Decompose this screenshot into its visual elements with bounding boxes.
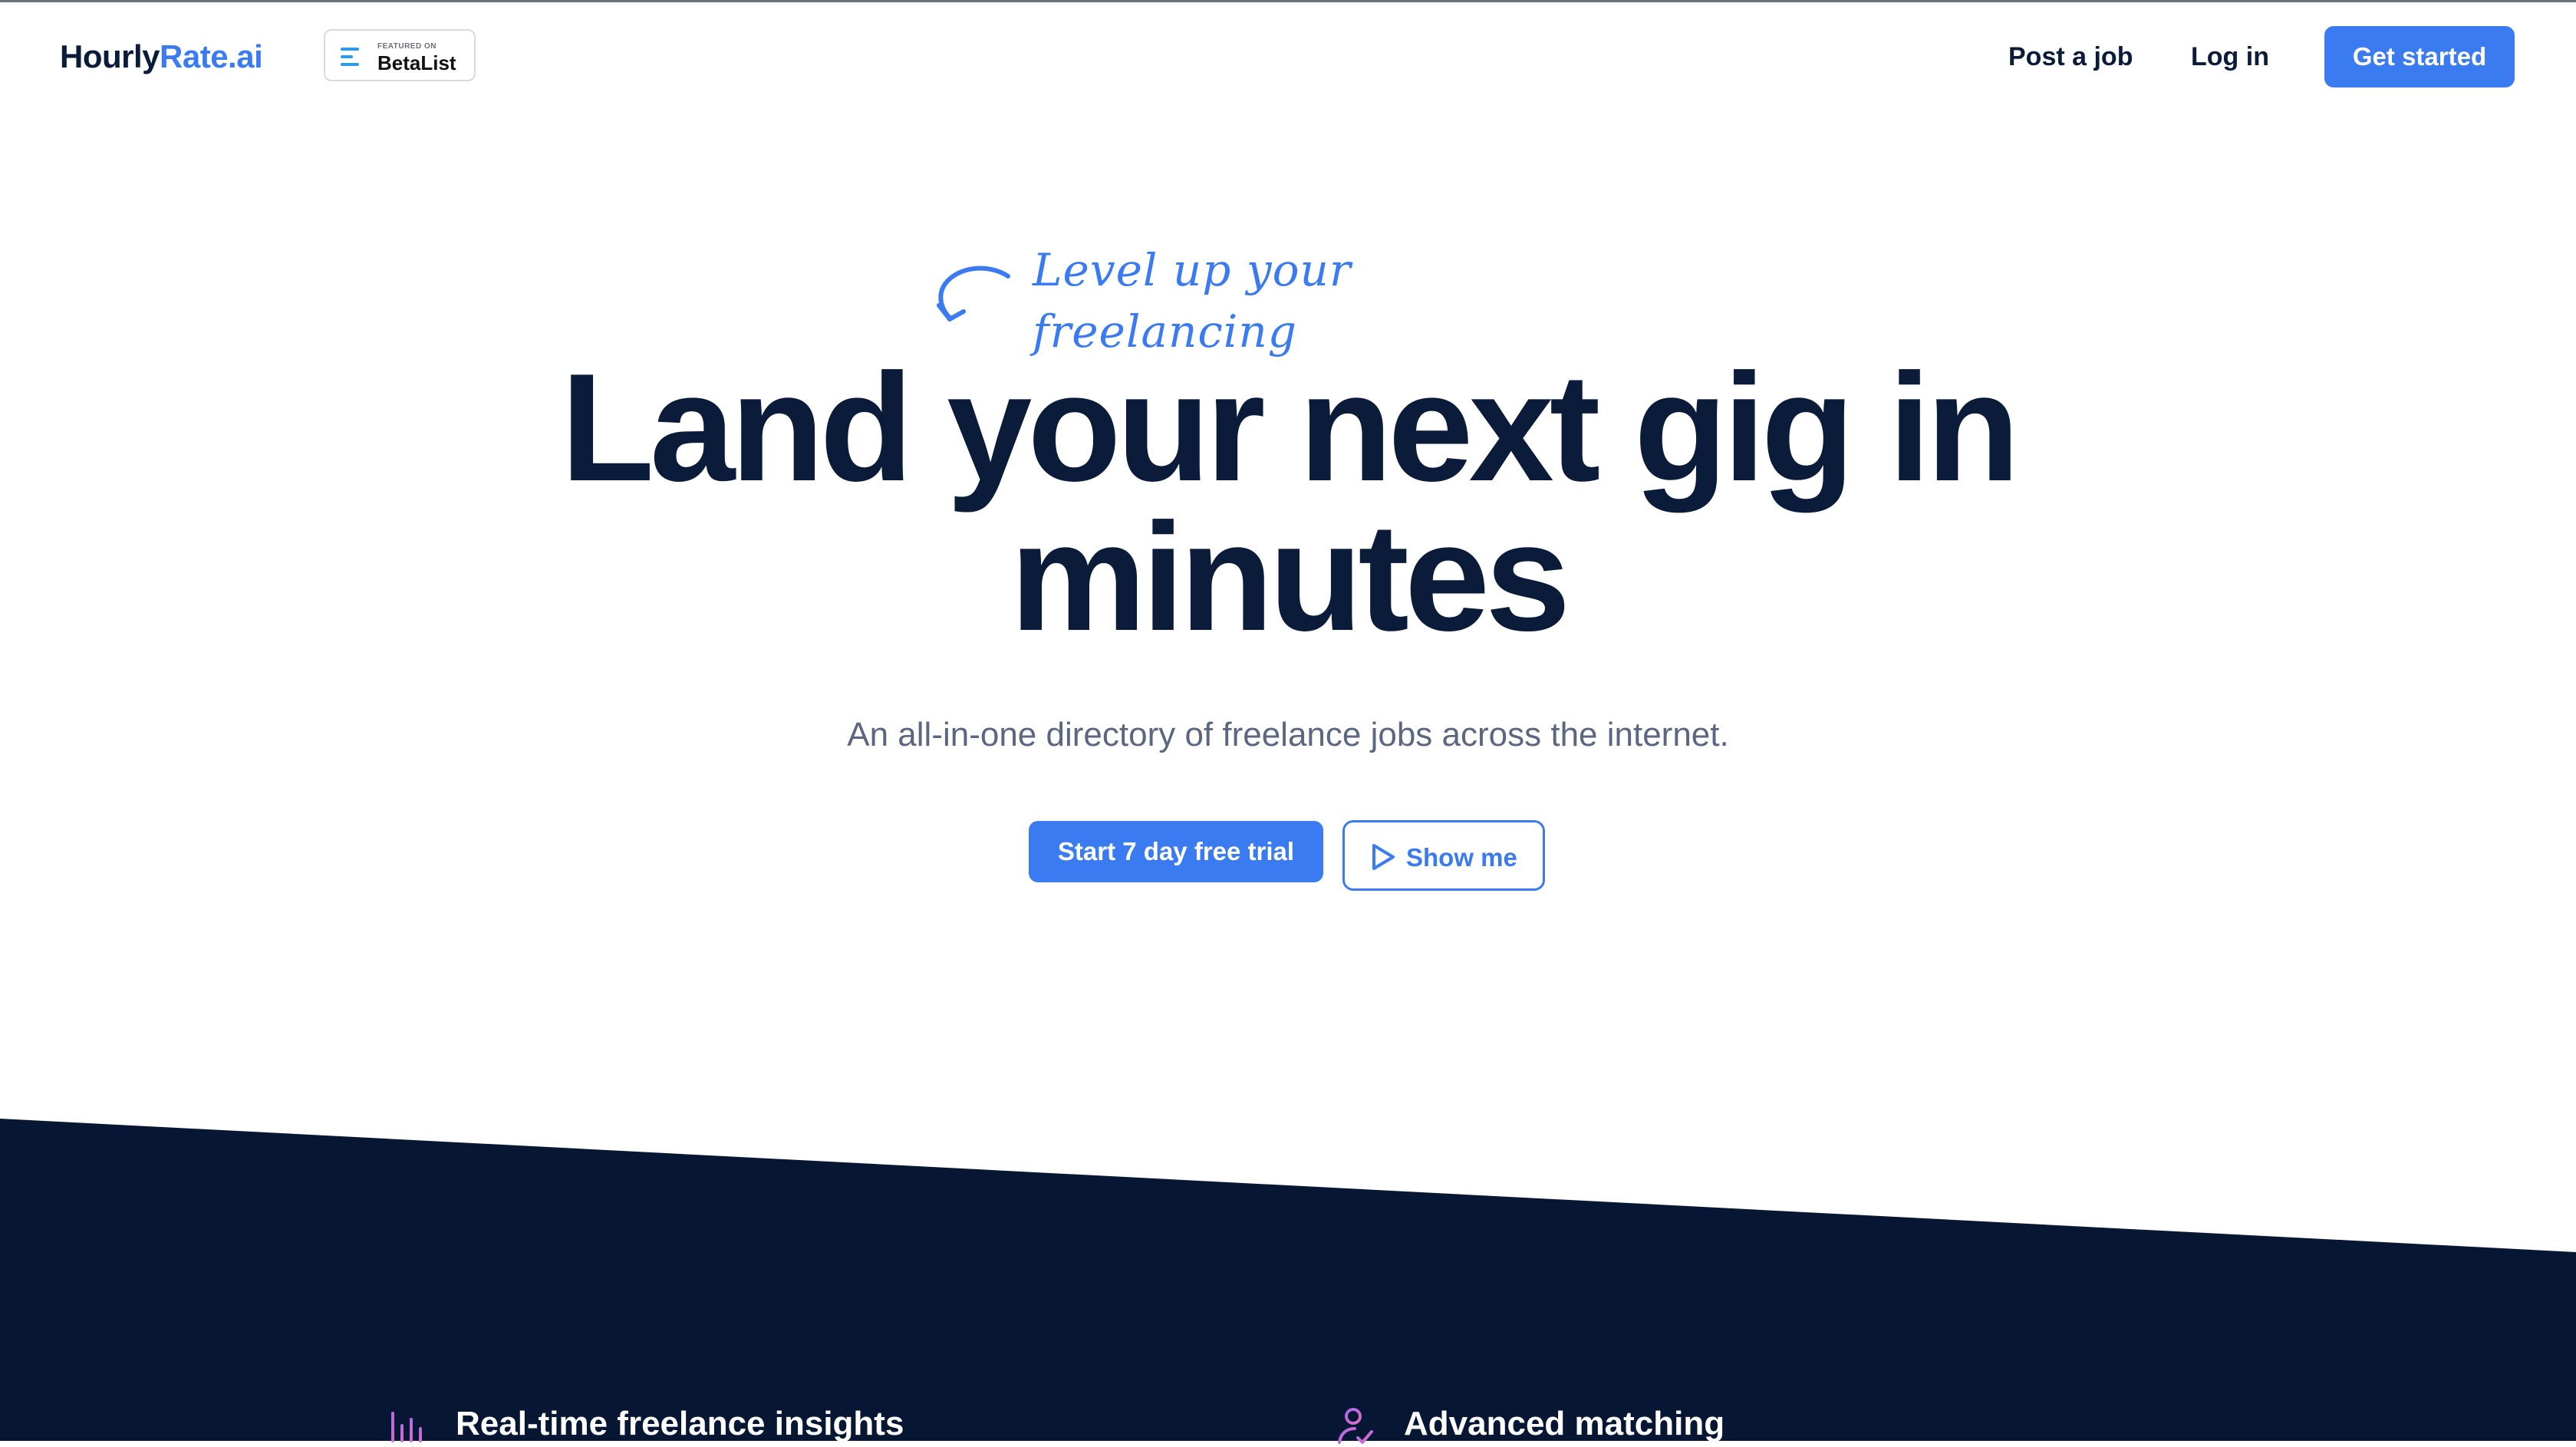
get-started-button[interactable]: Get started <box>2324 26 2515 87</box>
show-me-button[interactable]: Show me <box>1342 820 1545 891</box>
site-header: HourlyRate.ai FEATURED ON BetaList Post … <box>0 0 2576 115</box>
betalist-featured-text: FEATURED ON <box>377 42 436 51</box>
headline-line-1: Land your next gig in <box>560 342 2020 513</box>
feature-label: Real-time freelance insights <box>456 1405 904 1442</box>
logo[interactable]: HourlyRate.ai <box>60 37 263 77</box>
hero-headline: Land your next gig in minutes <box>137 342 2439 663</box>
show-me-label: Show me <box>1406 843 1517 872</box>
headline-line-2: minutes <box>1010 492 1571 663</box>
nav-login-link[interactable]: Log in <box>2191 40 2269 74</box>
betalist-badge[interactable]: FEATURED ON BetaList <box>324 29 476 81</box>
nav-post-job-link[interactable]: Post a job <box>2008 40 2133 74</box>
play-icon <box>1372 844 1395 870</box>
hero-subtitle: An all-in-one directory of freelance job… <box>847 716 1729 753</box>
logo-primary-text: Hourly <box>60 38 160 74</box>
feature-realtime-insights: Real-time freelance insights <box>388 1401 1002 1447</box>
curved-arrow-icon <box>937 265 1010 321</box>
dark-slanted-background <box>0 1119 2576 1441</box>
feature-label: Advanced matching <box>1404 1405 1725 1442</box>
feature-advanced-matching: Advanced matching <box>1336 1401 1873 1447</box>
tagline: Level up your freelancing <box>928 239 1619 358</box>
logo-accent-text: Rate.ai <box>160 38 263 74</box>
bar-chart-icon <box>391 1412 422 1442</box>
start-trial-button[interactable]: Start 7 day free trial <box>1029 821 1323 882</box>
betalist-name: BetaList <box>377 51 456 74</box>
betalist-icon <box>341 48 362 66</box>
user-match-icon <box>1338 1408 1373 1444</box>
